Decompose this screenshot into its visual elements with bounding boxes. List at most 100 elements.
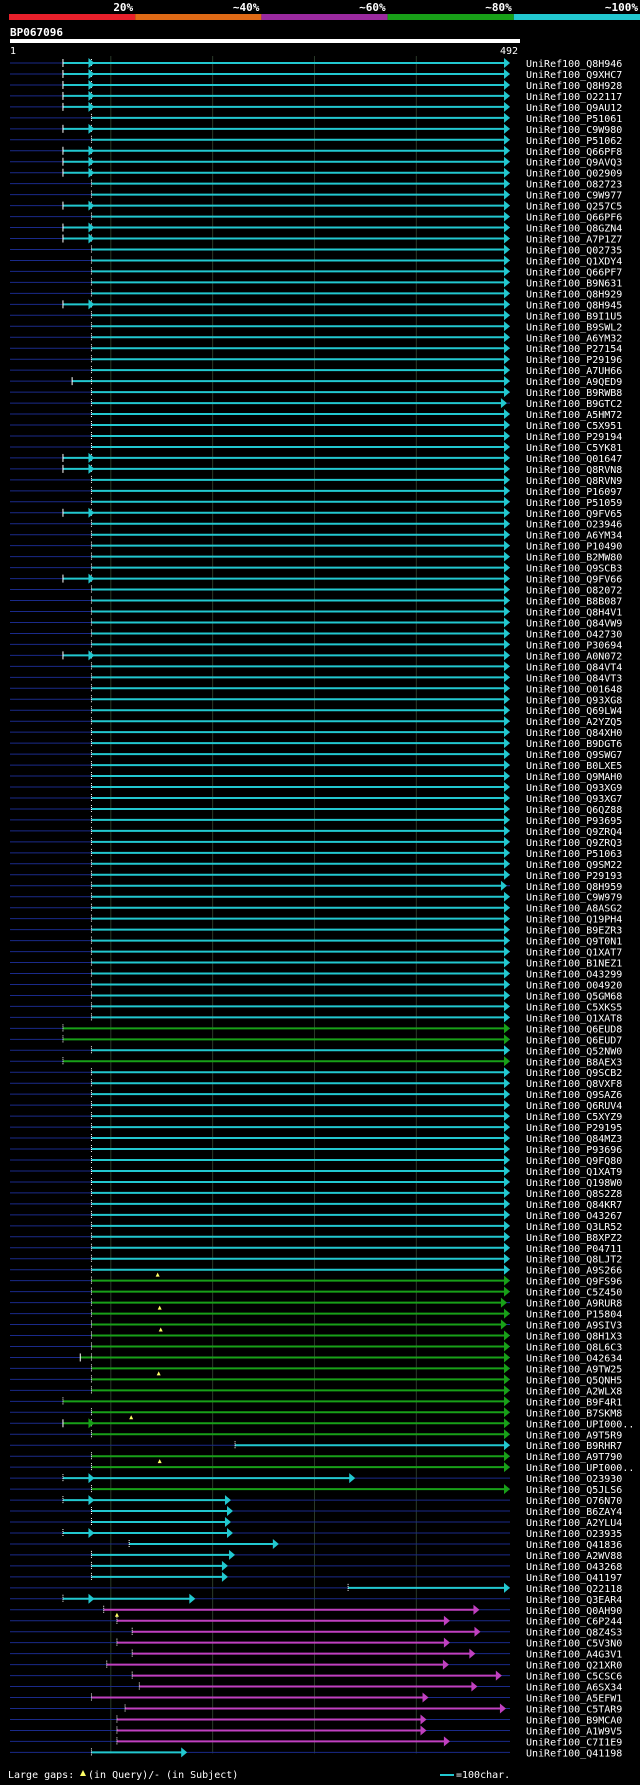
row-label: UniRef100_Q8H1X3 [526,1332,622,1343]
row-label: UniRef100_B0LXE5 [526,761,622,772]
row-label: UniRef100_A0N072 [526,651,622,662]
row-label: UniRef100_A4G3V1 [526,1650,622,1661]
row-label: UniRef100_B9RWB8 [526,388,622,399]
alignment-chart: 20% ~40% ~60% ~80% ~100% BP067096 1 492 UniR… [0,0,640,1785]
row-label: UniRef100_Q84XH0 [526,728,622,739]
row-label: UniRef100_A6YM34 [526,531,622,542]
row-label: UniRef100_O01648 [526,684,622,695]
row-label: UniRef100_Q66PF8 [526,147,622,158]
row-label: UniRef100_O42634 [526,1353,622,1364]
row-label: UniRef100_A9T790 [526,1452,622,1463]
row-label: UniRef100_P51063 [526,849,622,860]
row-label: UniRef100_B8AEX3 [526,1057,622,1068]
row-label: UniRef100_O22117 [526,92,622,103]
row-label: UniRef100_Q22118 [526,1584,622,1595]
row-label: UniRef100_UPI000.. [526,1419,634,1430]
row-label: UniRef100_Q8GZN4 [526,224,622,235]
row-label: UniRef100_Q84VT3 [526,673,622,684]
row-label: UniRef100_Q1XAT8 [526,1013,622,1024]
row-label: UniRef100_A5HM72 [526,410,622,421]
row-label: UniRef100_B6ZAY4 [526,1507,622,1518]
footer-gaps-label: Large gaps: [8,1770,74,1781]
row-label: UniRef100_O43267 [526,1211,622,1222]
row-label: UniRef100_C5Z450 [526,1288,622,1299]
row-label: UniRef100_Q257C5 [526,202,622,213]
row-label: UniRef100_P16097 [526,487,622,498]
row-label: UniRef100_C7I1E9 [526,1737,622,1748]
legend-swatch [135,14,262,20]
query-bar [10,39,520,43]
row-label: UniRef100_O43268 [526,1562,622,1573]
row-label: UniRef100_Q8RVN9 [526,476,622,487]
row-label: UniRef100_B8B087 [526,597,622,608]
legend-label: ~100% [605,1,638,14]
legend-swatch [387,14,514,20]
row-label: UniRef100_B7SKM8 [526,1408,622,1419]
row-label: UniRef100_Q21XR0 [526,1661,622,1672]
row-label: UniRef100_Q1XAT9 [526,1167,622,1178]
row-label: UniRef100_O23946 [526,520,622,531]
row-label: UniRef100_B9GTC2 [526,399,622,410]
row-label: UniRef100_A6SX34 [526,1683,622,1694]
footer-scale-label: =100char. [456,1770,510,1781]
row-label: UniRef100_A2YLU4 [526,1518,622,1529]
chart-title: BP067096 [10,26,63,39]
row-label: UniRef100_A9T5R9 [526,1430,622,1441]
row-label: UniRef100_Q5GM68 [526,991,622,1002]
row-label: UniRef100_Q93XG9 [526,783,622,794]
row-label: UniRef100_P29196 [526,355,622,366]
row-label: UniRef100_B9RHR7 [526,1441,622,1452]
row-label: UniRef100_B1NEZ1 [526,959,622,970]
row-label: UniRef100_O76N70 [526,1496,622,1507]
row-label: UniRef100_Q8Z4S3 [526,1628,622,1639]
row-label: UniRef100_A8ASG2 [526,904,622,915]
row-label: UniRef100_B9F4R1 [526,1397,622,1408]
row-label: UniRef100_A9TW25 [526,1364,622,1375]
row-label: UniRef100_Q8H928 [526,81,622,92]
legend-label: ~80% [485,1,512,14]
row-label: UniRef100_P04711 [526,1244,622,1255]
row-label: UniRef100_C5XYZ9 [526,1112,622,1123]
row-label: UniRef100_Q84VW9 [526,618,622,629]
row-label: UniRef100_Q02909 [526,169,622,180]
legend-label: ~40% [233,1,260,14]
row-label: UniRef100_O23930 [526,1474,622,1485]
row-label: UniRef100_Q5JLS6 [526,1485,622,1496]
row-label: UniRef100_B9N631 [526,278,622,289]
row-label: UniRef100_Q01647 [526,454,622,465]
row-label: UniRef100_C9W977 [526,191,622,202]
row-label: UniRef100_C6P244 [526,1617,622,1628]
row-label: UniRef100_O82723 [526,180,622,191]
row-label: UniRef100_Q93XG8 [526,695,622,706]
row-label: UniRef100_A2YZQ5 [526,717,622,728]
row-label: UniRef100_Q02735 [526,245,622,256]
row-label: UniRef100_C5X951 [526,421,622,432]
row-label: UniRef100_Q8H945 [526,300,622,311]
row-label: UniRef100_O23935 [526,1529,622,1540]
row-label: UniRef100_Q84VT4 [526,662,622,673]
row-label: UniRef100_O82072 [526,586,622,597]
row-label: UniRef100_Q8H946 [526,59,622,70]
row-label: UniRef100_A2WLX8 [526,1386,622,1397]
row-label: UniRef100_B9EZR3 [526,926,622,937]
row-label: UniRef100_P29195 [526,1123,622,1134]
row-label: UniRef100_C9W980 [526,125,622,136]
axis-end-label: 492 [500,46,518,57]
row-label: UniRef100_A1W9V5 [526,1726,622,1737]
row-label: UniRef100_Q93XG7 [526,794,622,805]
row-label: UniRef100_B9I1U5 [526,311,622,322]
row-label: UniRef100_B9DGT6 [526,739,622,750]
row-label: UniRef100_P93696 [526,1145,622,1156]
row-label: UniRef100_A7UH66 [526,366,622,377]
row-label: UniRef100_B9SWL2 [526,322,622,333]
row-label: UniRef100_Q8H929 [526,289,622,300]
row-label: UniRef100_Q9SM22 [526,860,622,871]
row-label: UniRef100_A9QED9 [526,377,622,388]
row-label: UniRef100_Q8LJT2 [526,1255,622,1266]
row-label: UniRef100_Q3LR52 [526,1222,622,1233]
row-label: UniRef100_Q9FV65 [526,509,622,520]
row-label: UniRef100_Q9SWG7 [526,750,622,761]
row-label: UniRef100_Q8H4V1 [526,608,622,619]
footer-gaps-query: (in Query)/ [88,1770,154,1781]
row-label: UniRef100_Q6QZ88 [526,805,622,816]
